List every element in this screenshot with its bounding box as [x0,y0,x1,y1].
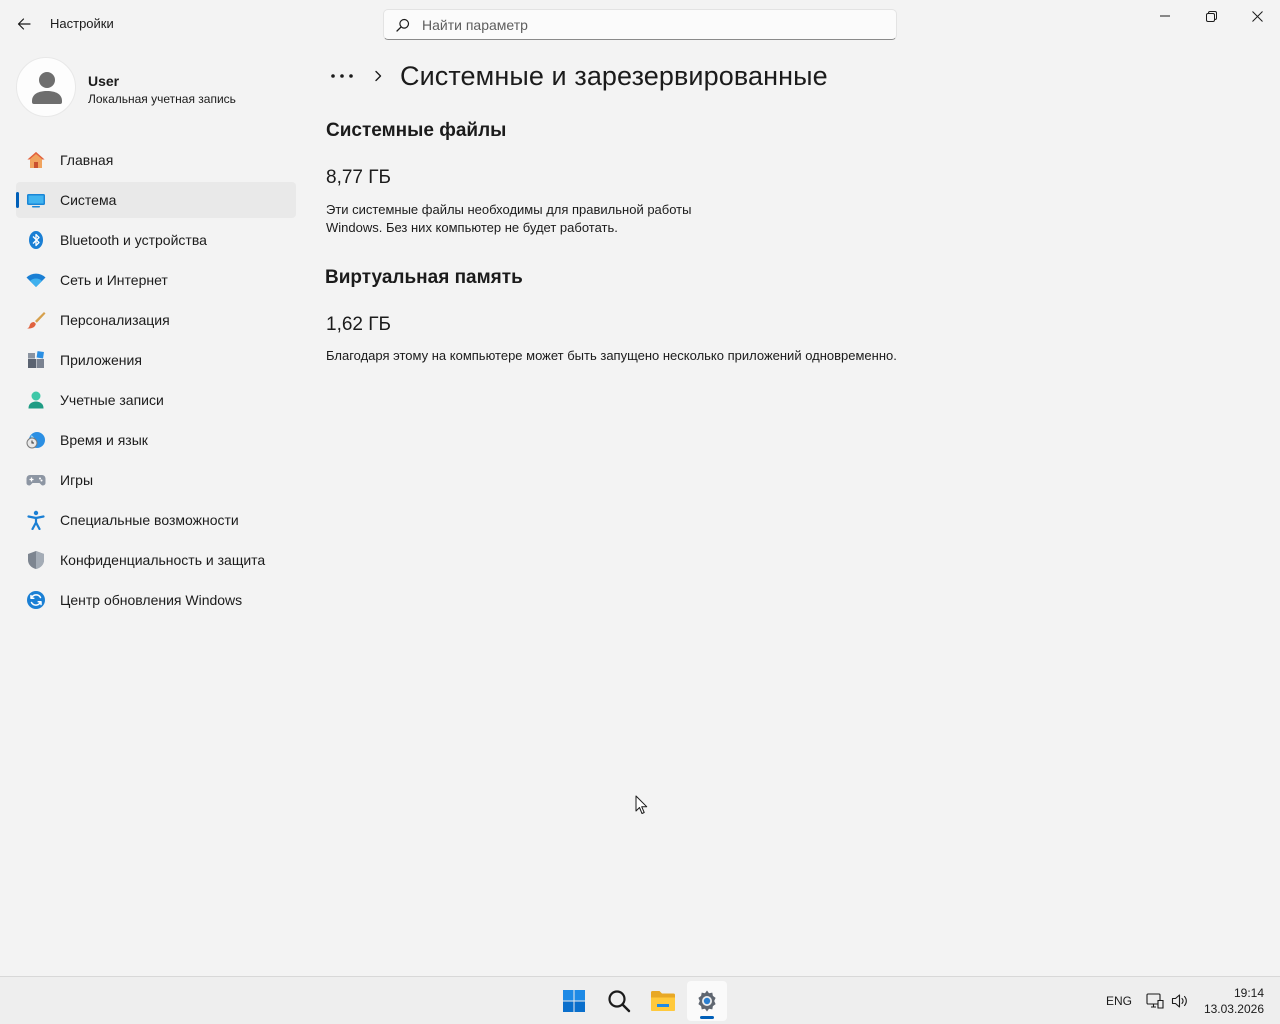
taskbar-search-button[interactable] [599,981,639,1021]
avatar [16,57,76,117]
sidebar-item-label: Конфиденциальность и защита [60,552,266,568]
sidebar-item-label: Время и язык [60,432,148,448]
restore-icon [1205,10,1217,22]
taskbar: ENG 19:14 13.03.2026 [0,976,1280,1024]
settings-icon [698,990,716,1012]
network-icon [1146,993,1164,1009]
accessibility-icon [26,510,46,530]
apps-icon [26,350,46,370]
sidebar-item-time-language[interactable]: Время и язык [16,422,296,458]
start-button[interactable] [554,981,594,1021]
sidebar-item-home[interactable]: Главная [16,142,296,178]
chevron-right-icon [368,70,388,82]
size-value: 1,62 ГБ [326,314,392,335]
virtual-memory-section: Виртуальная память [325,267,523,289]
sidebar-item-label: Главная [60,152,114,168]
breadcrumb-more-button[interactable] [326,62,358,90]
sidebar-item-label: Центр обновления Windows [60,592,243,608]
sidebar-item-label: Приложения [60,352,142,368]
sidebar-item-apps[interactable]: Приложения [16,342,296,378]
page-title: Системные и зарезервированные [400,60,828,91]
back-arrow-icon [17,18,31,30]
sidebar-item-system[interactable]: Система [16,182,296,218]
input-language-indicator[interactable]: ENG [1106,994,1132,1008]
size-value: 8,77 ГБ [326,167,392,188]
wifi-icon [26,270,46,290]
sidebar-nav: Главная Система Bluetooth и устройства С… [16,142,296,622]
mouse-cursor-icon [635,795,648,820]
user-profile[interactable]: User Локальная учетная запись [16,57,296,117]
search-icon [608,990,631,1013]
gamepad-icon [26,470,46,490]
sidebar-item-label: Учетные записи [60,392,164,408]
section-title: Виртуальная память [325,267,523,288]
shield-icon [26,550,46,570]
search-input[interactable] [422,16,862,33]
app-title: Настройки [50,16,114,31]
volume-tray-button[interactable] [1170,991,1190,1011]
user-icon [32,72,62,104]
description-line: Эти системные файлы необходимы для прави… [326,202,692,217]
close-button[interactable] [1234,0,1280,32]
description-line: Благодаря этому на компьютере может быть… [326,348,897,363]
virtual-memory-description: Благодаря этому на компьютере может быть… [326,347,897,365]
clock-date: 13.03.2026 [1203,1002,1264,1016]
sidebar-item-accessibility[interactable]: Специальные возможности [16,502,296,538]
system-files-description: Эти системные файлы необходимы для прави… [326,201,691,237]
volume-icon [1171,994,1187,1008]
account-type: Локальная учетная запись [88,92,236,106]
sidebar-item-bluetooth[interactable]: Bluetooth и устройства [16,222,296,258]
close-icon [1251,10,1263,22]
sidebar-item-personalization[interactable]: Персонализация [16,302,296,338]
sidebar-item-label: Персонализация [60,312,170,328]
bluetooth-icon [26,230,46,250]
system-files-section: Системные файлы [326,120,506,142]
sidebar-item-accounts[interactable]: Учетные записи [16,382,296,418]
breadcrumb: Системные и зарезервированные [326,58,828,94]
sidebar-item-label: Система [60,192,117,208]
settings-taskbar-button[interactable] [687,981,727,1021]
more-icon [331,74,353,78]
minimize-button[interactable] [1142,0,1188,32]
home-icon [26,150,46,170]
time-language-icon [26,430,46,450]
system-icon [26,190,46,210]
system-files-size: 8,77 ГБ [326,167,391,189]
system-clock[interactable]: 19:14 13.03.2026 [1196,985,1264,1017]
restore-button[interactable] [1188,0,1234,32]
description-line: Windows. Без них компьютер не будет рабо… [326,220,618,235]
sidebar-item-label: Bluetooth и устройства [60,232,207,248]
sidebar-item-windows-update[interactable]: Центр обновления Windows [16,582,296,618]
accounts-icon [26,390,46,410]
sidebar-item-label: Сеть и Интернет [60,272,168,288]
sidebar-item-label: Игры [60,472,94,488]
search-icon [384,18,422,32]
back-button[interactable] [10,10,38,38]
brush-icon [26,310,46,330]
file-explorer-button[interactable] [643,981,683,1021]
virtual-memory-size: 1,62 ГБ [326,314,391,336]
title-bar: Настройки [0,0,1280,48]
sidebar-item-network[interactable]: Сеть и Интернет [16,262,296,298]
search-field[interactable] [383,9,897,40]
update-icon [26,590,46,610]
sidebar-item-gaming[interactable]: Игры [16,462,296,498]
section-title: Системные файлы [326,120,507,141]
sidebar-item-privacy[interactable]: Конфиденциальность и защита [16,542,296,578]
network-tray-button[interactable] [1145,991,1165,1011]
minimize-icon [1160,15,1170,17]
user-name: User [88,73,120,89]
file-explorer-icon [651,991,675,1011]
sidebar-item-label: Специальные возможности [60,512,239,528]
start-icon [563,990,585,1012]
clock-time: 19:14 [1233,986,1264,1000]
